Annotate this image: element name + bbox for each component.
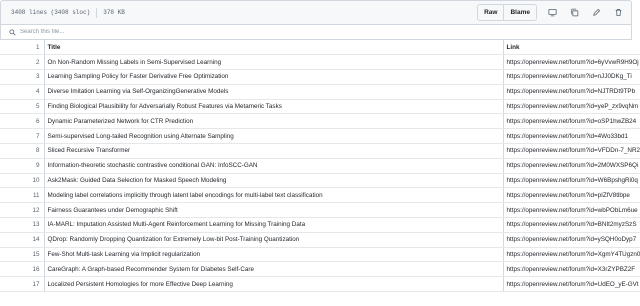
cell-link: https://openreview.net/forum?id=pIZfV8tl… bbox=[502, 187, 640, 204]
cell-title: Localized Persistent Homologies for more… bbox=[43, 276, 503, 293]
cell-title: Sliced Recursive Transformer bbox=[43, 143, 503, 159]
table-row: 16 CareGraph: A Graph-based Recommender S… bbox=[0, 261, 640, 278]
table-row: 13 IA-MARL: Imputation Assisted Multi-Age… bbox=[0, 217, 640, 233]
table-header-row: 1 Title Link bbox=[0, 40, 640, 56]
cell-link: https://openreview.net/forum?id=VFDDn-7_… bbox=[502, 143, 640, 159]
cell-link: https://openreview.net/forum?id=yeP_zx9v… bbox=[502, 99, 640, 115]
line-number[interactable]: 13 bbox=[0, 217, 44, 233]
cell-link: https://openreview.net/forum?id=NJTRDt9T… bbox=[502, 84, 640, 100]
line-number[interactable]: 15 bbox=[0, 247, 44, 263]
line-number[interactable]: 14 bbox=[0, 232, 44, 248]
cell-title: Finding Biological Plausibility for Adve… bbox=[43, 99, 503, 115]
csv-table: 1 Title Link 2 On Non-Random Missing Labels … bbox=[0, 40, 640, 293]
cell-title: CareGraph: A Graph-based Recommender Sys… bbox=[43, 261, 503, 278]
file-size: 378 KB bbox=[103, 9, 125, 16]
cell-link: https://openreview.net/forum?id=BNIt2myz… bbox=[502, 217, 640, 233]
line-number[interactable]: 16 bbox=[0, 261, 44, 278]
cell-link: https://openreview.net/forum?id=6yVvwR9H… bbox=[502, 54, 640, 71]
line-number[interactable]: 4 bbox=[0, 84, 44, 100]
copy-icon[interactable] bbox=[567, 6, 581, 20]
column-header-link: Link bbox=[502, 40, 640, 56]
line-number[interactable]: 7 bbox=[0, 128, 44, 145]
cell-link: https://openreview.net/forum?id=nJJ0DKg_… bbox=[502, 69, 640, 85]
line-number[interactable]: 9 bbox=[0, 158, 44, 174]
search-row bbox=[0, 24, 632, 40]
csv-table-container: 1 Title Link 2 On Non-Random Missing Labels … bbox=[0, 40, 640, 306]
line-number[interactable]: 8 bbox=[0, 143, 44, 159]
cell-link: https://openreview.net/forum?id=2M0WXSP6… bbox=[502, 158, 640, 174]
cell-title: Semi-supervised Long-tailed Recognition … bbox=[43, 128, 503, 145]
stat-divider bbox=[96, 7, 98, 18]
table-body: 1 Title Link 2 On Non-Random Missing Labels … bbox=[0, 40, 640, 293]
table-row: 10 Ask2Mask: Guided Data Selection for Ma… bbox=[0, 173, 640, 189]
cell-title: IA-MARL: Imputation Assisted Multi-Agent… bbox=[43, 217, 503, 233]
cell-title: Fairness Guarantees under Demographic Sh… bbox=[43, 202, 503, 219]
cell-link: https://openreview.net/forum?id=UdEO_yE-… bbox=[502, 276, 640, 293]
table-row: 14 QDrop: Randomly Dropping Quantization … bbox=[0, 232, 640, 248]
cell-link: https://openreview.net/forum?id=wbPObLm6… bbox=[502, 202, 640, 219]
cell-title: On Non-Random Missing Labels in Semi-Sup… bbox=[43, 54, 503, 71]
display-source-icon[interactable] bbox=[545, 6, 559, 20]
table-row: 12 Fairness Guarantees under Demographic … bbox=[0, 202, 640, 219]
cell-link: https://openreview.net/forum?id=oSP1hwZB… bbox=[502, 113, 640, 130]
cell-link: https://openreview.net/forum?id=W6BpshgR… bbox=[502, 173, 640, 189]
cell-link: https://openreview.net/forum?id=XgmY4TUg… bbox=[502, 247, 640, 263]
cell-title: QDrop: Randomly Dropping Quantization fo… bbox=[43, 232, 503, 248]
line-number[interactable]: 17 bbox=[0, 276, 44, 293]
cell-link: https://openreview.net/forum?id=ySQH0oDy… bbox=[502, 232, 640, 248]
table-row: 11 Modeling label correlations implicitly… bbox=[0, 187, 640, 204]
line-number[interactable]: 10 bbox=[0, 173, 44, 189]
line-number[interactable]: 5 bbox=[0, 99, 44, 115]
table-row: 7 Semi-supervised Long-tailed Recognition… bbox=[0, 128, 640, 145]
column-header-title: Title bbox=[43, 40, 503, 56]
line-number[interactable]: 3 bbox=[0, 69, 44, 85]
cell-title: Learning Sampling Policy for Faster Deri… bbox=[43, 69, 503, 85]
search-icon bbox=[9, 28, 16, 36]
table-row: 2 On Non-Random Missing Labels in Semi-Su… bbox=[0, 54, 640, 71]
cell-title: Modeling label correlations implicitly t… bbox=[43, 187, 503, 204]
line-count: 3408 lines (3408 sloc) bbox=[11, 9, 91, 16]
cell-title: Ask2Mask: Guided Data Selection for Mask… bbox=[43, 173, 503, 189]
blame-button[interactable]: Blame bbox=[503, 5, 536, 20]
cell-title: Dynamic Parameterized Network for CTR Pr… bbox=[43, 113, 503, 130]
file-stats: 3408 lines (3408 sloc) 378 KB bbox=[11, 7, 125, 18]
line-number[interactable]: 12 bbox=[0, 202, 44, 219]
table-row: 9 Information-theoretic stochastic contra… bbox=[0, 158, 640, 174]
line-number[interactable]: 11 bbox=[0, 187, 44, 204]
cell-title: Few-Shot Multi-task Learning via Implici… bbox=[43, 247, 503, 263]
table-row: 3 Learning Sampling Policy for Faster Der… bbox=[0, 69, 640, 85]
table-row: 6 Dynamic Parameterized Network for CTR P… bbox=[0, 113, 640, 130]
line-number[interactable]: 1 bbox=[0, 40, 44, 56]
line-number[interactable]: 2 bbox=[0, 54, 44, 71]
search-input[interactable] bbox=[20, 29, 320, 35]
table-row: 8 Sliced Recursive Transformer https://ope… bbox=[0, 143, 640, 159]
cell-link: https://openreview.net/forum?id=X3rZYPBZ… bbox=[502, 261, 640, 278]
file-header: 3408 lines (3408 sloc) 378 KB Raw Blame bbox=[0, 0, 632, 24]
table-row: 15 Few-Shot Multi-task Learning via Impli… bbox=[0, 247, 640, 263]
edit-pencil-icon[interactable] bbox=[589, 6, 603, 20]
line-number[interactable]: 6 bbox=[0, 113, 44, 130]
delete-trash-icon[interactable] bbox=[611, 6, 625, 20]
table-row: 17 Localized Persistent Homologies for mo… bbox=[0, 276, 640, 293]
raw-blame-group: Raw Blame bbox=[477, 4, 537, 21]
table-row: 5 Finding Biological Plausibility for Adv… bbox=[0, 99, 640, 115]
cell-title: Diverse Imitation Learning via Self-Orga… bbox=[43, 84, 503, 100]
raw-button[interactable]: Raw bbox=[478, 5, 504, 20]
cell-link: https://openreview.net/forum?id=4Wo33bd1 bbox=[502, 128, 640, 145]
table-row: 4 Diverse Imitation Learning via Self-Org… bbox=[0, 84, 640, 100]
cell-title: Information-theoretic stochastic contras… bbox=[43, 158, 503, 174]
